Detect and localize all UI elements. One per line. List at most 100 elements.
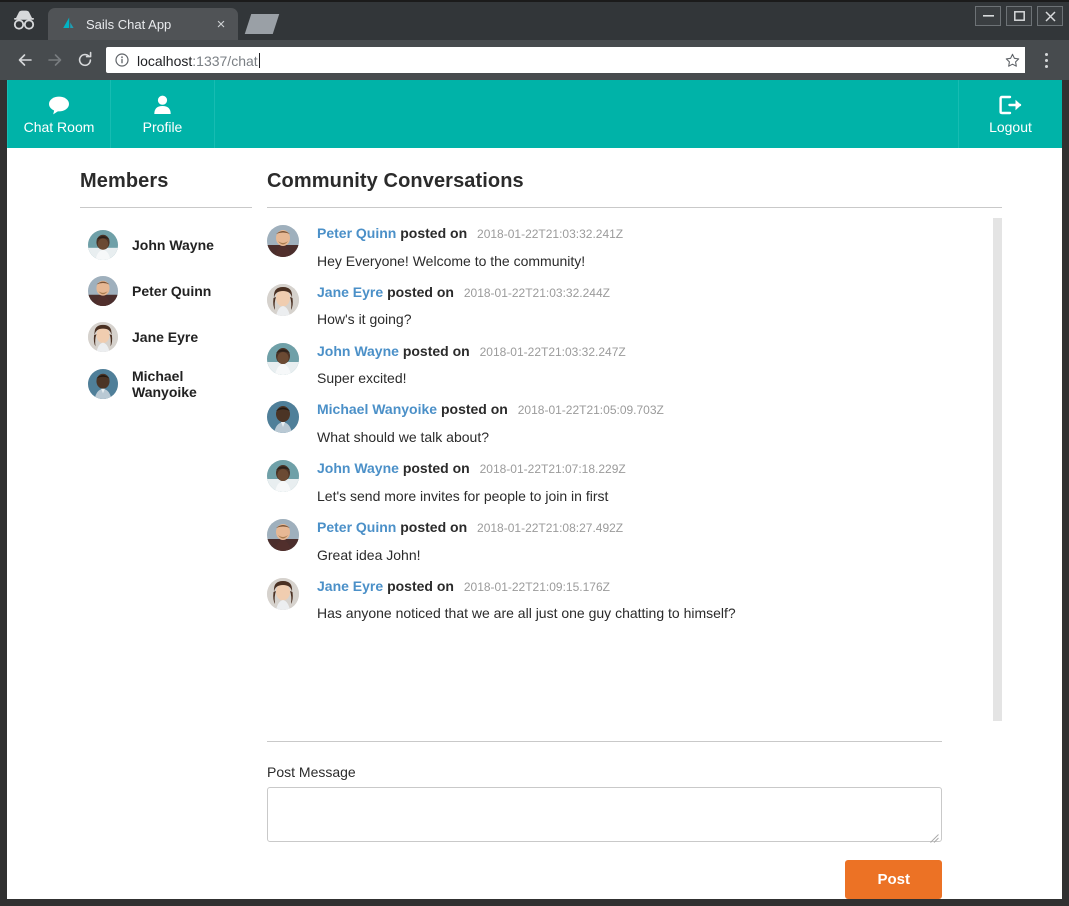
page-viewport: Chat Room Profile Logout Members John Wa… <box>7 80 1062 899</box>
avatar-michael-wanyoike <box>267 401 299 434</box>
member-name: Jane Eyre <box>132 329 199 345</box>
address-bar-url: localhost:1337/chat <box>137 51 260 69</box>
message-author[interactable]: John Wayne <box>317 343 399 359</box>
message-author[interactable]: Peter Quinn <box>317 519 396 535</box>
message-header: John Wayne posted on 2018-01-22T21:03:32… <box>317 342 1002 361</box>
member-name: Peter Quinn <box>132 283 212 299</box>
member-item[interactable]: Michael Wanyoike <box>80 368 252 400</box>
message-author[interactable]: John Wayne <box>317 460 399 476</box>
post-form-divider <box>267 741 942 742</box>
new-tab-icon[interactable] <box>244 11 280 37</box>
three-dot-menu-icon[interactable] <box>1033 45 1059 75</box>
message-item: Jane Eyre posted on 2018-01-22T21:09:15.… <box>267 577 1002 623</box>
avatar-jane-eyre <box>88 322 118 352</box>
message-timestamp: 2018-01-22T21:05:09.703Z <box>517 403 664 418</box>
nav-label-logout: Logout <box>989 119 1032 135</box>
message-author[interactable]: Peter Quinn <box>317 225 396 241</box>
browser-titlebar: Sails Chat App × <box>0 0 1069 40</box>
post-message-textarea[interactable] <box>268 788 941 841</box>
nav-label-chat-room: Chat Room <box>23 119 95 135</box>
message-text: Super excited! <box>317 370 407 387</box>
member-item[interactable]: John Wayne <box>80 230 252 260</box>
members-list: John Wayne Peter Quinn Jane Eyre Michael… <box>80 230 252 400</box>
messages-scrollbar[interactable] <box>993 218 1002 721</box>
avatar-jane-eyre <box>267 577 299 610</box>
browser-toolbar: localhost:1337/chat <box>0 40 1069 80</box>
posted-on-label: posted on <box>402 342 470 359</box>
text-cursor <box>258 53 260 68</box>
message-body: Peter Quinn posted on 2018-01-22T21:08:2… <box>317 518 1002 564</box>
members-title: Members <box>80 170 169 192</box>
message-timestamp: 2018-01-22T21:08:27.492Z <box>477 520 624 535</box>
message-text: Great idea John! <box>317 546 421 563</box>
address-bar[interactable]: localhost:1337/chat <box>106 47 1025 73</box>
message-item: John Wayne posted on 2018-01-22T21:07:18… <box>267 459 1002 505</box>
message-timestamp: 2018-01-22T21:03:32.247Z <box>479 344 626 359</box>
resize-grip-icon[interactable] <box>930 830 939 843</box>
message-body: Jane Eyre posted on 2018-01-22T21:09:15.… <box>317 577 1002 623</box>
message-header: Peter Quinn posted on 2018-01-22T21:03:3… <box>317 224 1002 243</box>
members-panel: Members John Wayne Peter Quinn Jane Eyre… <box>7 170 267 899</box>
message-item: Michael Wanyoike posted on 2018-01-22T21… <box>267 400 1002 446</box>
back-arrow-icon[interactable] <box>10 45 40 75</box>
posted-on-label: posted on <box>387 283 454 300</box>
message-text: What should we talk about? <box>317 428 489 445</box>
member-item[interactable]: Peter Quinn <box>80 276 252 306</box>
message-text: Let's send more invites for people to jo… <box>317 487 609 504</box>
message-body: Peter Quinn posted on 2018-01-22T21:03:3… <box>317 224 1002 270</box>
post-form: Post Message Post <box>267 731 1002 899</box>
info-circle-icon[interactable] <box>114 52 130 68</box>
close-icon[interactable]: × <box>212 15 230 33</box>
page-content: Members John Wayne Peter Quinn Jane Eyre… <box>7 148 1062 899</box>
message-header: Jane Eyre posted on 2018-01-22T21:09:15.… <box>317 577 1002 596</box>
star-icon[interactable] <box>999 47 1025 73</box>
messages-list[interactable]: Peter Quinn posted on 2018-01-22T21:03:3… <box>267 208 1002 731</box>
message-timestamp: 2018-01-22T21:07:18.229Z <box>479 462 626 477</box>
avatar-john-wayne <box>267 460 299 493</box>
posted-on-label: posted on <box>400 225 468 241</box>
message-item: Peter Quinn posted on 2018-01-22T21:03:3… <box>267 224 1002 270</box>
minimize-button[interactable] <box>975 6 1001 26</box>
nav-item-logout[interactable]: Logout <box>958 80 1062 148</box>
avatar-peter-quinn <box>267 225 299 257</box>
post-message-input[interactable] <box>267 787 942 843</box>
message-timestamp: 2018-01-22T21:03:32.244Z <box>463 285 610 300</box>
browser-window: Sails Chat App × localhost:1337/chat Ch… <box>0 0 1069 906</box>
forward-arrow-icon <box>40 45 70 75</box>
navbar-spacer <box>215 80 958 148</box>
user-icon <box>153 94 172 116</box>
posted-on-label: posted on <box>440 401 508 418</box>
message-timestamp: 2018-01-22T21:09:15.176Z <box>463 579 610 594</box>
maximize-button[interactable] <box>1006 6 1032 26</box>
avatar-peter-quinn <box>267 518 299 551</box>
message-author[interactable]: Michael Wanyoike <box>317 401 437 417</box>
message-text: Hey Everyone! Welcome to the community! <box>317 252 586 269</box>
sails-logo-icon <box>60 16 76 32</box>
chat-panel: Community Conversations Peter Quinn post… <box>267 170 1062 899</box>
browser-tab[interactable]: Sails Chat App × <box>48 8 238 40</box>
posted-on-label: posted on <box>402 460 470 477</box>
nav-item-profile[interactable]: Profile <box>111 80 215 148</box>
message-item: Peter Quinn posted on 2018-01-22T21:08:2… <box>267 518 1002 564</box>
member-item[interactable]: Jane Eyre <box>80 322 252 352</box>
avatar-john-wayne <box>88 230 118 260</box>
message-text: Has anyone noticed that we are all just … <box>317 605 736 622</box>
post-button[interactable]: Post <box>845 860 942 899</box>
message-body: Jane Eyre posted on 2018-01-22T21:03:32.… <box>317 283 1002 329</box>
message-timestamp: 2018-01-22T21:03:32.241Z <box>477 227 624 241</box>
reload-icon[interactable] <box>70 45 100 75</box>
incognito-hat-icon <box>0 0 48 40</box>
message-body: John Wayne posted on 2018-01-22T21:07:18… <box>317 459 1002 505</box>
app-navbar: Chat Room Profile Logout <box>7 80 1062 148</box>
message-author[interactable]: Jane Eyre <box>317 578 383 594</box>
url-host: localhost <box>137 53 193 69</box>
window-controls <box>975 6 1063 26</box>
nav-item-chat-room[interactable]: Chat Room <box>7 80 111 148</box>
message-author[interactable]: Jane Eyre <box>317 284 383 300</box>
message-text: How's it going? <box>317 311 412 328</box>
posted-on-label: posted on <box>400 518 468 535</box>
close-button[interactable] <box>1037 6 1063 26</box>
avatar-michael-wanyoike <box>88 369 118 399</box>
url-path: :1337/chat <box>192 53 258 69</box>
chat-title: Community Conversations <box>267 170 524 192</box>
